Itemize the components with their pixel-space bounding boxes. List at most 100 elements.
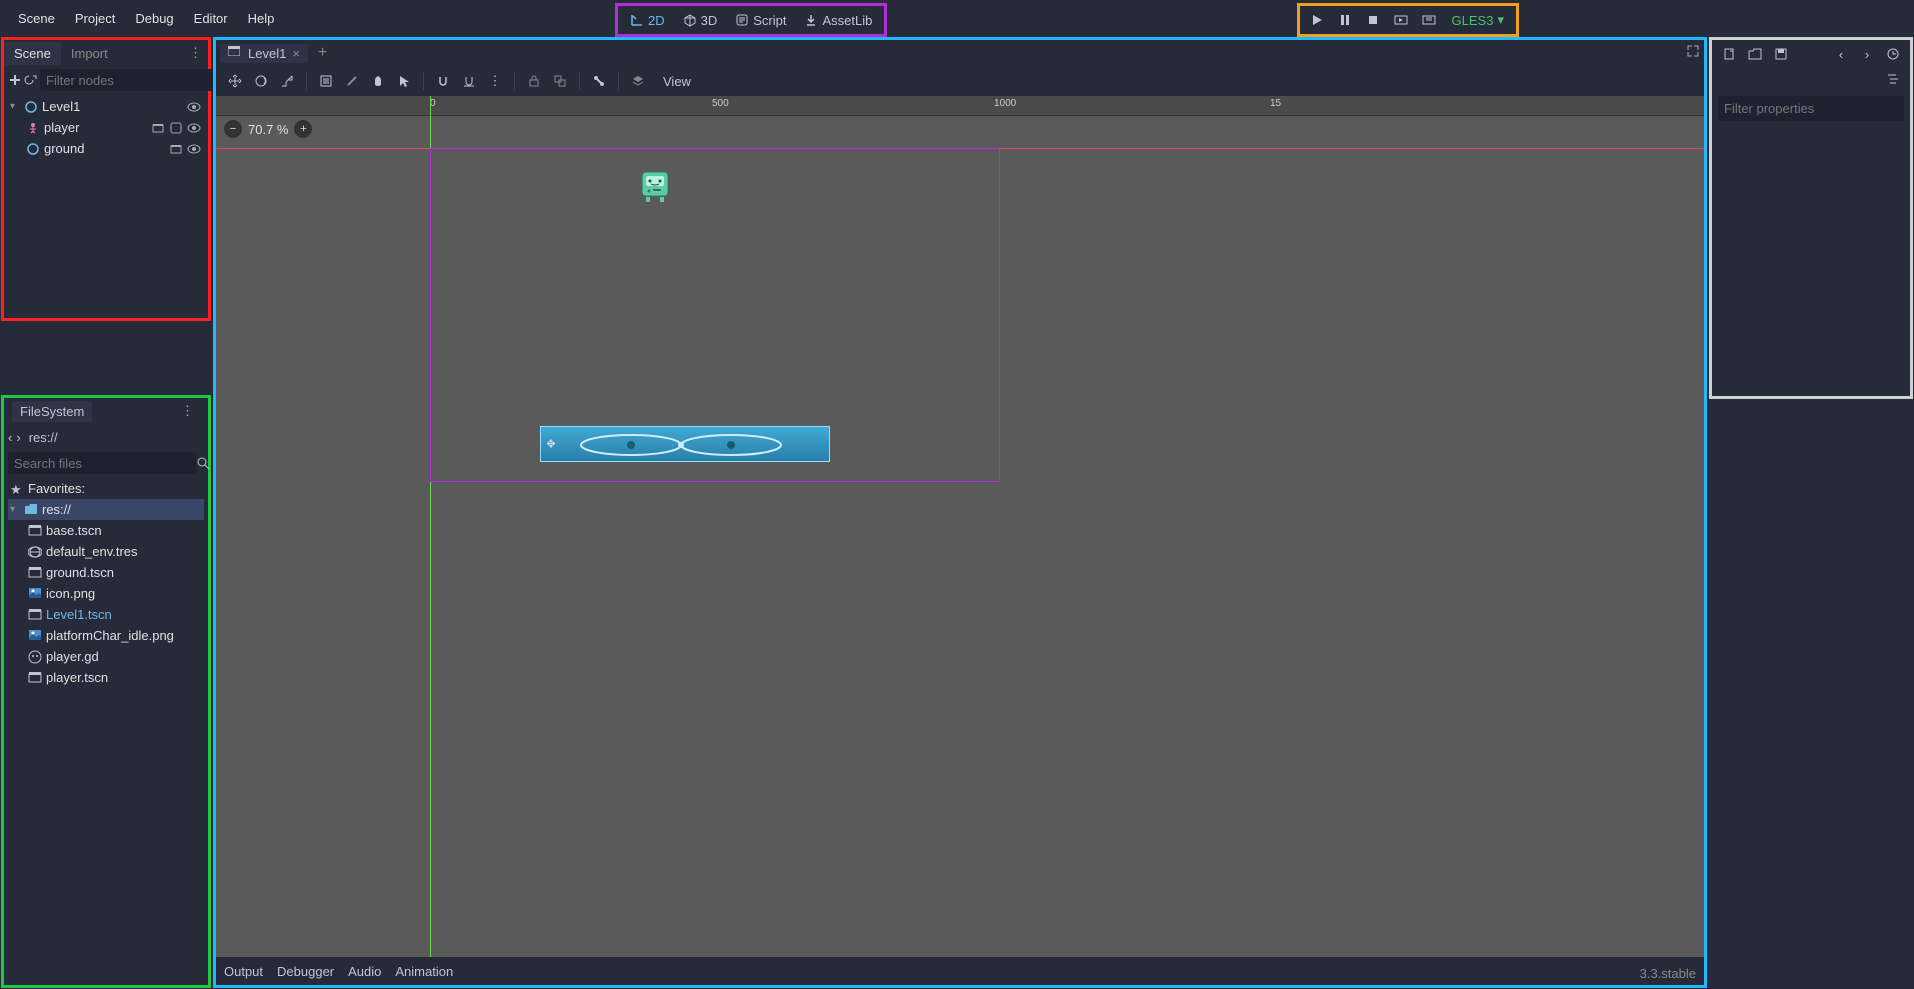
file-row[interactable]: platformChar_idle.png (8, 625, 204, 646)
menu-scene[interactable]: Scene (8, 5, 65, 32)
file-row[interactable]: default_env.tres (8, 541, 204, 562)
select-mode-button[interactable] (224, 70, 246, 92)
distraction-free-icon[interactable] (1686, 44, 1700, 58)
player-sprite[interactable] (638, 168, 672, 204)
search-files-input[interactable] (8, 452, 196, 474)
file-row[interactable]: player.gd (8, 646, 204, 667)
snap-button[interactable] (432, 70, 454, 92)
stop-button[interactable] (1362, 9, 1384, 31)
menu-editor[interactable]: Editor (184, 5, 238, 32)
tab-import[interactable]: Import (61, 42, 118, 65)
menu-debug[interactable]: Debug (125, 5, 183, 32)
lock-button[interactable] (523, 70, 545, 92)
script-icon (735, 13, 749, 27)
eye-icon[interactable] (186, 99, 202, 115)
filesystem-tree: ★ Favorites: ▾ res:// base.tscndefault_e… (4, 476, 208, 690)
menu-help[interactable]: Help (238, 5, 285, 32)
cursor-button[interactable] (393, 70, 415, 92)
scale-mode-button[interactable] (276, 70, 298, 92)
chevron-down-icon[interactable]: ▾ (10, 101, 20, 112)
bottom-output[interactable]: Output (224, 964, 263, 979)
scene-dock-menu[interactable]: ⋮ (183, 45, 208, 61)
workspace-assetlib[interactable]: AssetLib (796, 9, 880, 32)
play-scene-button[interactable] (1390, 9, 1412, 31)
close-icon[interactable]: × (292, 46, 300, 61)
move-handle-icon[interactable]: ✥ (546, 438, 555, 451)
history-back-button[interactable]: ‹ (1830, 43, 1852, 65)
bottom-panel-tabs: Output Debugger Audio Animation 3.3.stab… (216, 957, 1704, 985)
group-button[interactable] (549, 70, 571, 92)
bottom-animation[interactable]: Animation (395, 964, 453, 979)
eye-icon[interactable] (186, 120, 202, 136)
workspace-2d[interactable]: 2D (622, 9, 673, 32)
history-forward-button[interactable]: › (1856, 43, 1878, 65)
zoom-in-button[interactable]: + (294, 120, 312, 138)
workspace-script[interactable]: Script (727, 9, 794, 32)
pause-button[interactable] (1334, 9, 1356, 31)
file-label: platformChar_idle.png (46, 628, 174, 643)
workspace-script-label: Script (753, 13, 786, 28)
version-label: 3.3.stable (1640, 966, 1696, 981)
file-row[interactable]: Level1.tscn (8, 604, 204, 625)
file-row[interactable]: ground.tscn (8, 562, 204, 583)
nav-forward-button[interactable]: › (16, 426, 20, 448)
search-icon[interactable] (196, 452, 210, 474)
list-select-button[interactable] (315, 70, 337, 92)
play-custom-scene-button[interactable] (1418, 9, 1440, 31)
add-node-button[interactable] (8, 69, 22, 91)
tab-scene[interactable]: Scene (4, 42, 61, 65)
chevron-down-icon[interactable]: ▾ (10, 504, 20, 515)
scene-icon (228, 46, 242, 60)
file-row[interactable]: icon.png (8, 583, 204, 604)
scene-instance-icon[interactable] (150, 120, 166, 136)
filter-nodes-input[interactable] (40, 69, 228, 91)
scene-node-player[interactable]: player (8, 117, 204, 138)
move-mode-button[interactable] (250, 70, 272, 92)
scene-tab-label: Level1 (248, 46, 286, 61)
top-menubar: Scene Project Debug Editor Help (0, 0, 1914, 36)
bone-button[interactable] (588, 70, 610, 92)
save-resource-button[interactable] (1770, 43, 1792, 65)
play-button[interactable] (1306, 9, 1328, 31)
renderer-selector[interactable]: GLES3 ▾ (1446, 12, 1510, 28)
file-row[interactable]: player.tscn (8, 667, 204, 688)
pan-mode-button[interactable] (367, 70, 389, 92)
scene-instance-icon[interactable] (168, 141, 184, 157)
bottom-audio[interactable]: Audio (348, 964, 381, 979)
bottom-debugger[interactable]: Debugger (277, 964, 334, 979)
snap-options-button[interactable]: ⋮ (484, 70, 506, 92)
ruler-tick: 15 (1270, 98, 1281, 109)
snap-grid-button[interactable] (458, 70, 480, 92)
ground-sprite[interactable]: ✥ (540, 426, 830, 462)
file-label: ground.tscn (46, 565, 114, 580)
nav-back-button[interactable]: ‹ (8, 426, 12, 448)
layer-button[interactable] (627, 70, 649, 92)
instance-scene-button[interactable] (24, 69, 38, 91)
menu-project[interactable]: Project (65, 5, 125, 32)
view-menu[interactable]: View (657, 74, 697, 89)
object-properties-button[interactable] (1882, 68, 1904, 90)
zoom-out-button[interactable]: − (224, 120, 242, 138)
zoom-value[interactable]: 70.7 % (248, 122, 288, 137)
workspace-3d[interactable]: 3D (675, 9, 726, 32)
file-row[interactable]: base.tscn (8, 520, 204, 541)
path-input[interactable] (25, 428, 209, 447)
canvas-2d[interactable]: 0 500 1000 15 − 70.7 % + (216, 96, 1704, 957)
scene-tree: ▾ Level1 player (4, 94, 208, 161)
ruler-tick: 500 (712, 98, 729, 109)
filesystem-dock-menu[interactable]: ⋮ (175, 403, 200, 419)
res-root-row[interactable]: ▾ res:// (8, 499, 204, 520)
add-scene-tab[interactable]: + (312, 44, 333, 62)
history-menu-button[interactable] (1882, 43, 1904, 65)
eye-icon[interactable] (186, 141, 202, 157)
filter-properties-input[interactable] (1718, 96, 1904, 121)
scene-node-ground[interactable]: ground (8, 138, 204, 159)
ruler-mode-button[interactable] (341, 70, 363, 92)
scene-node-level1[interactable]: ▾ Level1 (8, 96, 204, 117)
favorites-row[interactable]: ★ Favorites: (8, 478, 204, 499)
new-resource-button[interactable] (1718, 43, 1740, 65)
star-icon: ★ (10, 482, 24, 496)
script-icon[interactable] (168, 120, 184, 136)
scene-tab-level1[interactable]: Level1 × (220, 44, 308, 63)
load-resource-button[interactable] (1744, 43, 1766, 65)
